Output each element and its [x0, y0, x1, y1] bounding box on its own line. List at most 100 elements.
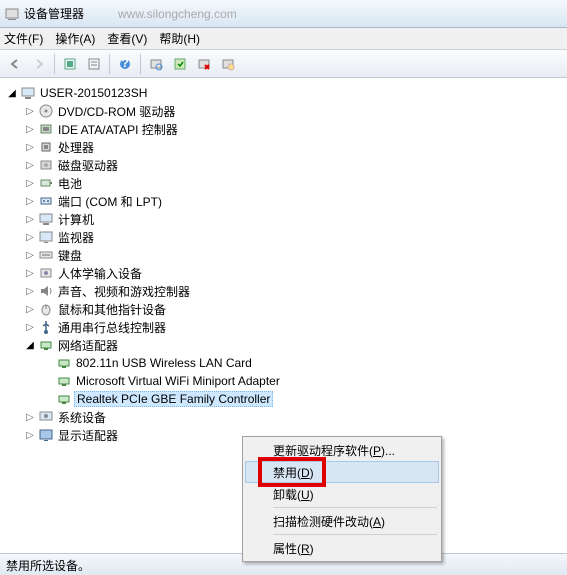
tree-category[interactable]: ▷ 处理器 [6, 138, 567, 156]
cpu-icon [38, 139, 54, 155]
display-icon [38, 427, 54, 443]
toolbar: ? [0, 50, 567, 78]
tree-category[interactable]: ▷ 端口 (COM 和 LPT) [6, 192, 567, 210]
tree-category[interactable]: ▷ 人体学输入设备 [6, 264, 567, 282]
toolbar-forward-button[interactable] [28, 53, 50, 75]
tree-category-label: 网络适配器 [56, 337, 120, 354]
disk-icon [38, 157, 54, 173]
network-icon [38, 337, 54, 353]
keyboard-icon [38, 247, 54, 263]
context-menu-uninstall[interactable]: 卸载(U) [245, 483, 439, 505]
tree-category-label: 磁盘驱动器 [56, 157, 120, 174]
toolbar-update-button[interactable] [169, 53, 191, 75]
tree-device-label: Realtek PCIe GBE Family Controller [74, 391, 273, 407]
expand-arrow-icon[interactable]: ▷ [24, 214, 36, 225]
tree-category[interactable]: ▷ 系统设备 [6, 408, 567, 426]
tree-category-label: IDE ATA/ATAPI 控制器 [56, 121, 180, 138]
tree-category-label: 电池 [56, 175, 84, 192]
status-text: 禁用所选设备。 [6, 559, 90, 573]
netcard-icon [56, 391, 72, 407]
tree-device[interactable]: Microsoft Virtual WiFi Miniport Adapter [6, 372, 567, 390]
expand-arrow-icon[interactable]: ▷ [24, 268, 36, 279]
menu-action[interactable]: 操作(A) [55, 30, 95, 47]
toolbar-uninstall-button[interactable] [193, 53, 215, 75]
system-icon [38, 409, 54, 425]
context-menu-separator [273, 507, 437, 508]
window-title: 设备管理器 [24, 5, 84, 22]
tree-category[interactable]: ▷ 鼠标和其他指针设备 [6, 300, 567, 318]
sound-icon [38, 283, 54, 299]
expand-arrow-icon[interactable]: ▷ [24, 250, 36, 261]
menu-help[interactable]: 帮助(H) [159, 30, 200, 47]
app-icon [4, 6, 20, 22]
expand-arrow-icon[interactable]: ▷ [24, 178, 36, 189]
toolbar-show-hide-button[interactable] [59, 53, 81, 75]
tree-device-label: 802.11n USB Wireless LAN Card [74, 356, 254, 370]
tree-category-label: 显示适配器 [56, 427, 120, 444]
expand-arrow-icon[interactable]: ▷ [24, 232, 36, 243]
expand-arrow-icon[interactable]: ◢ [24, 340, 36, 351]
tree-category[interactable]: ◢ 网络适配器 [6, 336, 567, 354]
tree-category-label: 键盘 [56, 247, 84, 264]
context-menu-separator [273, 534, 437, 535]
tree-category-label: 系统设备 [56, 409, 108, 426]
computer-icon [20, 85, 36, 101]
toolbar-separator [54, 54, 55, 74]
tree-category-label: 处理器 [56, 139, 96, 156]
context-menu-update-driver[interactable]: 更新驱动程序软件(P)... [245, 439, 439, 461]
toolbar-separator [140, 54, 141, 74]
tree-category[interactable]: ▷ 磁盘驱动器 [6, 156, 567, 174]
menu-file[interactable]: 文件(F) [4, 30, 43, 47]
tree-category[interactable]: ▷监视器 [6, 228, 567, 246]
tree-category-label: 人体学输入设备 [56, 265, 144, 282]
port-icon [38, 193, 54, 209]
toolbar-separator [109, 54, 110, 74]
expand-arrow-icon[interactable]: ▷ [24, 412, 36, 423]
expand-arrow-icon[interactable]: ▷ [24, 304, 36, 315]
toolbar-scan-button[interactable] [145, 53, 167, 75]
tree-category[interactable]: ▷ 通用串行总线控制器 [6, 318, 567, 336]
toolbar-back-button[interactable] [4, 53, 26, 75]
expand-arrow-icon[interactable]: ▷ [24, 196, 36, 207]
tree-root[interactable]: ◢ USER-20150123SH [6, 84, 567, 102]
toolbar-detail-button[interactable] [83, 53, 105, 75]
tree-device[interactable]: 802.11n USB Wireless LAN Card [6, 354, 567, 372]
context-menu-disable[interactable]: 禁用(D) [245, 461, 439, 483]
computer-icon [38, 211, 54, 227]
mouse-icon [38, 301, 54, 317]
chip-icon [38, 121, 54, 137]
expand-arrow-icon[interactable]: ▷ [24, 142, 36, 153]
tree-category[interactable]: ▷ 计算机 [6, 210, 567, 228]
expand-arrow-icon[interactable]: ▷ [24, 286, 36, 297]
tree-category[interactable]: ▷ 电池 [6, 174, 567, 192]
tree-category-label: 通用串行总线控制器 [56, 319, 168, 336]
tree-category-label: 鼠标和其他指针设备 [56, 301, 168, 318]
expand-arrow-icon[interactable]: ▷ [24, 124, 36, 135]
expand-arrow-icon[interactable]: ▷ [24, 322, 36, 333]
menu-view[interactable]: 查看(V) [107, 30, 147, 47]
context-menu-scan[interactable]: 扫描检测硬件改动(A) [245, 510, 439, 532]
expand-arrow-icon[interactable]: ▷ [24, 106, 36, 117]
expand-arrow-icon[interactable]: ▷ [24, 160, 36, 171]
tree-category[interactable]: ▷ 声音、视频和游戏控制器 [6, 282, 567, 300]
hid-icon [38, 265, 54, 281]
expand-arrow-icon[interactable]: ▷ [24, 430, 36, 441]
usb-icon [38, 319, 54, 335]
toolbar-disable-button[interactable] [217, 53, 239, 75]
tree-category-label: 声音、视频和游戏控制器 [56, 283, 192, 300]
background-url: www.silongcheng.com [118, 7, 237, 21]
tree-category[interactable]: ▷DVD/CD-ROM 驱动器 [6, 102, 567, 120]
tree-device[interactable]: Realtek PCIe GBE Family Controller [6, 390, 567, 408]
title-bar: 设备管理器 www.silongcheng.com [0, 0, 567, 28]
battery-icon [38, 175, 54, 191]
tree-category[interactable]: ▷ IDE ATA/ATAPI 控制器 [6, 120, 567, 138]
tree-root-label: USER-20150123SH [38, 86, 149, 100]
netcard-icon [56, 373, 72, 389]
menu-bar: 文件(F) 操作(A) 查看(V) 帮助(H) [0, 28, 567, 50]
tree-category[interactable]: ▷ 键盘 [6, 246, 567, 264]
toolbar-help-button[interactable]: ? [114, 53, 136, 75]
expand-arrow-icon[interactable]: ◢ [6, 88, 18, 99]
tree-category-label: 计算机 [56, 211, 96, 228]
context-menu-properties[interactable]: 属性(R) [245, 537, 439, 559]
tree-category-label: 端口 (COM 和 LPT) [56, 193, 164, 210]
